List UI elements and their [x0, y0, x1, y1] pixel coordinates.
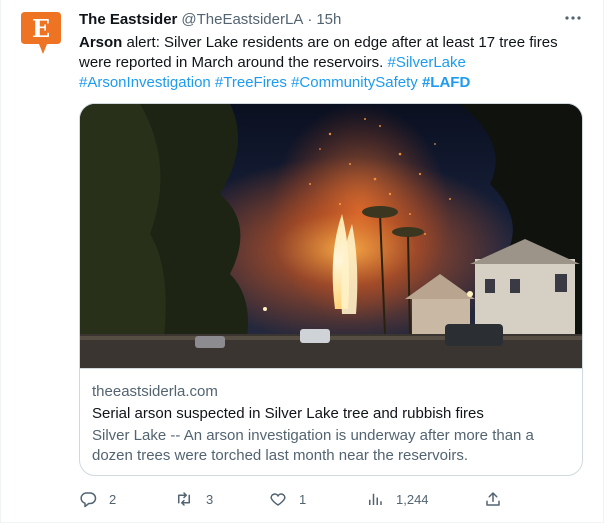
retweet-button[interactable]: 3: [174, 489, 213, 509]
avatar-letter: E: [32, 14, 50, 43]
action-bar: 2 3 1 1,244: [79, 489, 509, 509]
retweet-icon: [178, 492, 190, 506]
tweet-header: The Eastsider @TheEastsiderLA · 15h: [79, 9, 341, 29]
author-name[interactable]: The Eastsider: [79, 11, 177, 28]
text-body: alert: Silver Lake residents are on edge…: [79, 34, 558, 71]
more-icon: [565, 16, 581, 20]
card-image[interactable]: [80, 104, 582, 368]
hashtag-silverlake[interactable]: #SilverLake: [387, 54, 465, 71]
link-card[interactable]: theeastsiderla.com Serial arson suspecte…: [79, 103, 583, 476]
views-count: 1,244: [396, 491, 429, 507]
views-icon: [369, 493, 382, 505]
reply-count: 2: [109, 491, 117, 507]
avatar[interactable]: E: [17, 8, 65, 56]
hashtag-arsoninvestigation[interactable]: #ArsonInvestigation: [79, 74, 211, 91]
card-title[interactable]: Serial arson suspected in Silver Lake tr…: [92, 404, 570, 424]
card-domain: theeastsiderla.com: [92, 383, 218, 400]
author-handle[interactable]: @TheEastsiderLA: [181, 11, 303, 28]
reply-icon: [80, 492, 97, 508]
reply-button[interactable]: 2: [79, 489, 116, 509]
like-icon: [270, 493, 286, 506]
tweet-time[interactable]: 15h: [316, 11, 341, 28]
text-bold: Arson: [79, 34, 123, 51]
hashtag-treefires[interactable]: #TreeFires: [215, 74, 287, 91]
tweet-text: Arson alert: Silver Lake residents are o…: [79, 33, 579, 93]
share-icon: [486, 492, 500, 506]
views-button[interactable]: 1,244: [366, 489, 429, 509]
more-button[interactable]: [563, 10, 583, 26]
like-count: 1: [299, 491, 307, 507]
like-button[interactable]: 1: [269, 489, 306, 509]
card-body: theeastsiderla.com Serial arson suspecte…: [80, 368, 582, 475]
hashtag-communitysafety[interactable]: #CommunitySafety: [291, 74, 418, 91]
retweet-count: 3: [206, 491, 214, 507]
share-button[interactable]: [484, 489, 502, 509]
hashtag-lafd[interactable]: #LAFD: [422, 74, 470, 91]
separator-dot: ·: [307, 10, 313, 28]
card-description: Silver Lake -- An arson investigation is…: [92, 427, 534, 464]
tweet-container[interactable]: E The Eastsider @TheEastsiderLA · 15h Ar…: [0, 0, 604, 523]
